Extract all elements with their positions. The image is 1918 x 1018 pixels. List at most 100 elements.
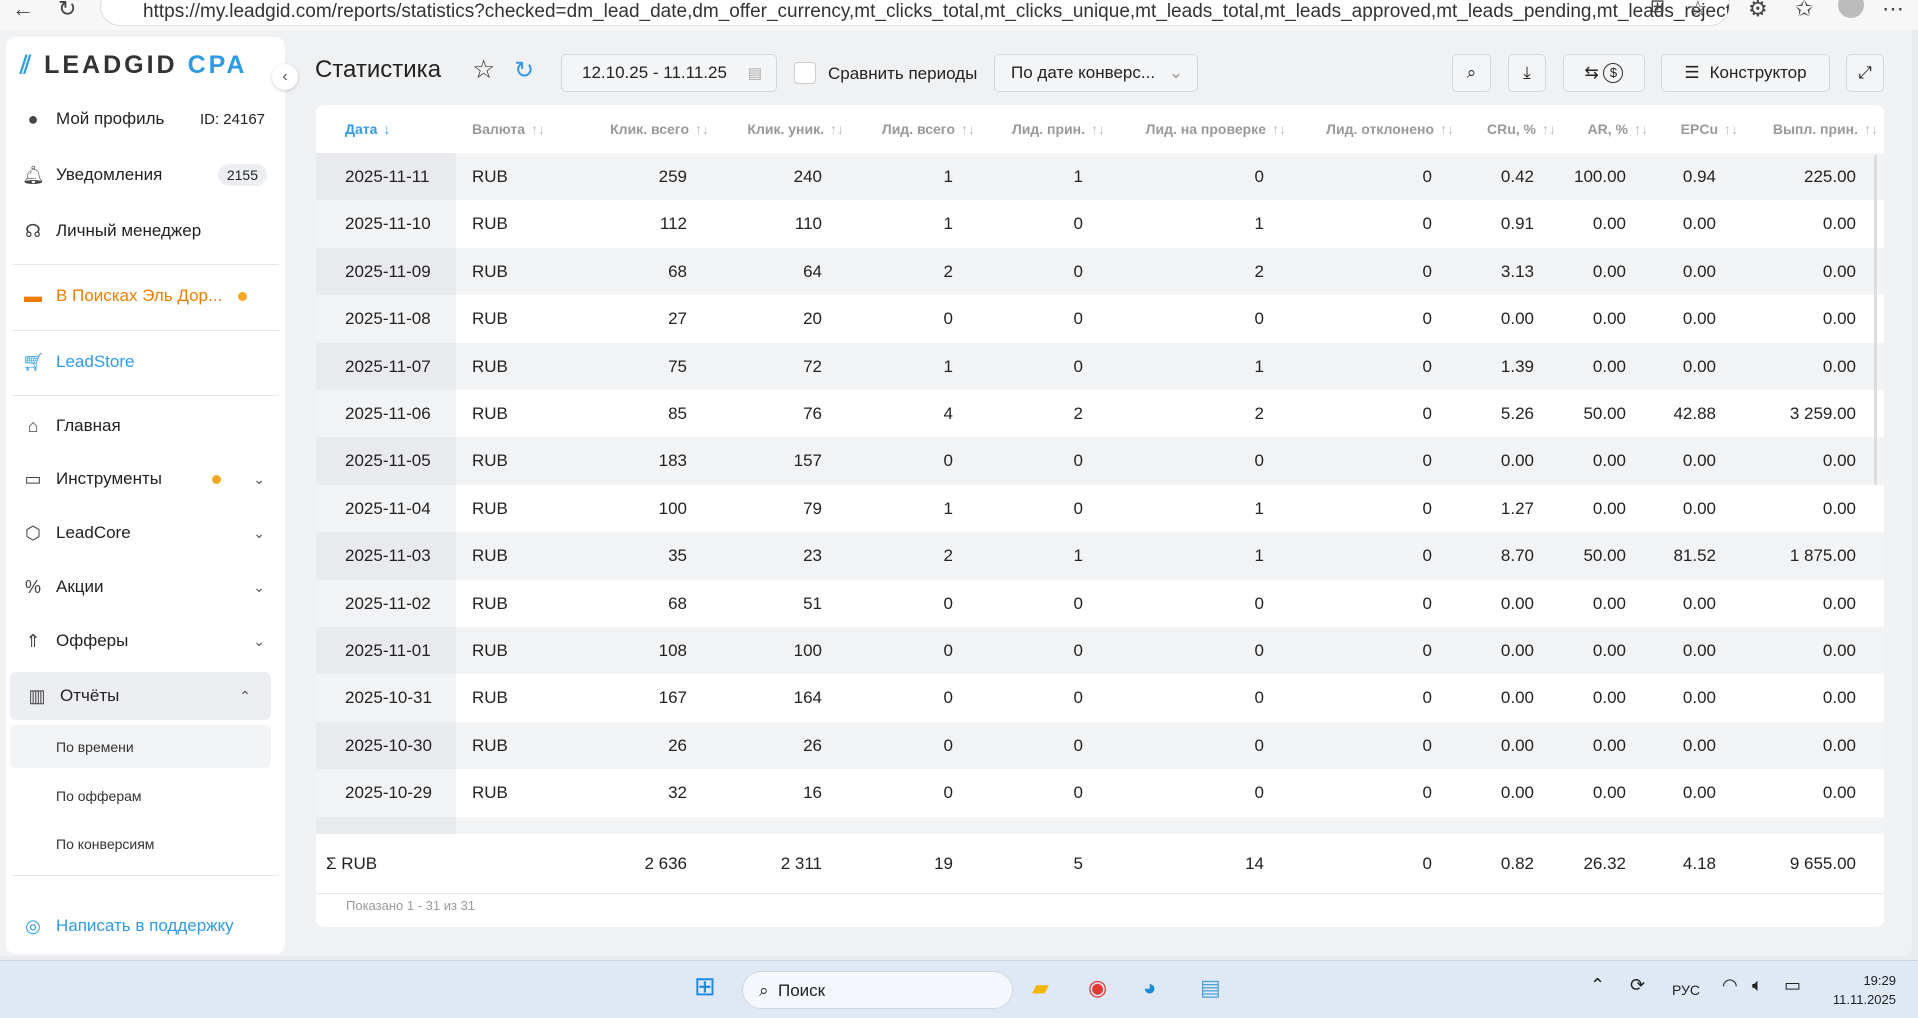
sidebar-subitem-by-time[interactable]: По времени [56, 739, 134, 755]
column-header[interactable]: Дата ↓ [345, 121, 390, 137]
volume-icon[interactable]: 🔈︎ [1752, 975, 1763, 996]
windows-start-icon[interactable]: ⊞ [694, 971, 716, 1002]
column-header[interactable]: Лид. всего ↑↓ [882, 121, 975, 137]
column-header[interactable]: AR, % ↑↓ [1588, 121, 1648, 137]
avatar[interactable] [1838, 0, 1864, 18]
sort-icon[interactable]: ↑↓ [1634, 121, 1648, 137]
sort-icon[interactable]: ↑↓ [1091, 121, 1105, 137]
file-explorer-icon[interactable]: ▰ [1032, 975, 1049, 1001]
header-label: Валюта [472, 121, 526, 137]
scrollbar[interactable] [1874, 155, 1877, 485]
sidebar-item-leadstore[interactable]: 🛒︎ LeadStore [6, 342, 285, 382]
sidebar-item-notifications[interactable]: 🔔︎ Уведомления 2155 [6, 155, 285, 195]
constructor-button[interactable]: ☰ Конструктор [1661, 54, 1830, 92]
table-row[interactable]: 2025-11-06 RUB 85 76 4 2 2 0 5.26 50.00 42.88 3 259… [316, 390, 1884, 438]
table-row[interactable]: 2025-11-03 RUB 35 23 2 1 1 0 8.70 50.00 81.52 1 875… [316, 532, 1884, 580]
table-cell: 0.00 [1592, 356, 1626, 376]
search-button[interactable]: ⌕ [1452, 54, 1491, 92]
notepad-icon[interactable]: ▤ [1200, 975, 1221, 1001]
sort-icon[interactable]: ↑↓ [1440, 121, 1454, 137]
column-header[interactable]: Лид. прин. ↑↓ [1012, 121, 1105, 137]
chrome-icon[interactable]: ◉ [1088, 975, 1107, 1001]
table-row[interactable]: 2025-10-31 RUB 167 164 0 0 0 0 0.00 0.00 0.00 0.00 [316, 674, 1884, 722]
sidebar-subitem-by-conversions[interactable]: По конверсиям [56, 836, 154, 852]
table-row[interactable]: 2025-11-10 RUB 112 110 1 0 1 0 0.91 0.00 0.00 0.00 [316, 200, 1884, 248]
compare-checkbox[interactable] [794, 62, 816, 84]
table-row[interactable]: 2025-10-28RUB623610102.780.000.000.00 [316, 816, 1884, 834]
date-range-picker[interactable]: 12.10.25 - 11.11.25 ▤ [561, 54, 777, 92]
table-row[interactable]: 2025-11-11 RUB 259 240 1 1 0 0 0.42 100.00 0.94 225… [316, 153, 1884, 201]
clock[interactable]: 19:29 11.11.2025 [1820, 971, 1896, 1009]
sidebar-subitem-by-offers[interactable]: По офферам [56, 788, 142, 804]
chevron-up-icon[interactable]: ⌃ [1590, 975, 1605, 996]
table-cell: 0.00 [1822, 735, 1856, 755]
table-cell: RUB [472, 783, 508, 803]
sidebar-item-profile[interactable]: ● Мой профиль ID: 24167 [6, 99, 285, 139]
table-row[interactable]: 2025-11-07 RUB 75 72 1 0 1 0 1.39 0.00 0.00 0.00 [316, 342, 1884, 390]
table-row[interactable]: 2025-10-30 RUB 26 26 0 0 0 0 0.00 0.00 0.00 0.00 [316, 721, 1884, 770]
table-cell: 3 259.00 [1789, 404, 1856, 423]
sync-icon[interactable]: ⟳ [1630, 975, 1645, 996]
sort-icon[interactable]: ↑↓ [695, 121, 709, 137]
sort-icon[interactable]: ↑↓ [1724, 121, 1738, 137]
battery-icon[interactable]: ▭ [1784, 975, 1801, 996]
sidebar-item-manager[interactable]: ☊ Личный менеджер [6, 211, 285, 251]
table-row[interactable]: 2025-11-09 RUB 68 64 2 0 2 0 3.13 0.00 0.00 0.00 [316, 247, 1884, 296]
table-row[interactable]: 2025-11-04 RUB 100 79 1 0 1 0 1.27 0.00 0.00 0.00 [316, 484, 1884, 533]
taskbar-search[interactable]: ⌕ Поиск [742, 971, 1013, 1009]
table-cell: 75 [668, 356, 687, 376]
split-screen-icon[interactable]: ⊞ [1650, 0, 1665, 17]
favorite-star-icon[interactable]: ☆ [1688, 0, 1708, 22]
reload-icon[interactable]: ↻ [58, 0, 76, 22]
column-header[interactable]: CRu, % ↑↓ [1487, 121, 1556, 137]
column-header[interactable]: Лид. отклонено ↑↓ [1326, 121, 1454, 137]
sort-desc-icon[interactable]: ↓ [383, 121, 390, 137]
sort-icon[interactable]: ↑↓ [830, 121, 844, 137]
wifi-icon[interactable]: ◠ [1722, 975, 1738, 996]
column-header[interactable]: EPCu ↑↓ [1681, 121, 1738, 137]
sidebar-item-reports[interactable]: ▥ Отчёты ⌃ [10, 672, 271, 720]
column-header[interactable]: Лид. на проверке ↑↓ [1146, 121, 1286, 137]
table-row[interactable]: 2025-11-05 RUB 183 157 0 0 0 0 0.00 0.00 0.00 0.00 [316, 437, 1884, 485]
sidebar-item-leadcore[interactable]: ⬡ LeadCore ⌄ [6, 513, 285, 553]
column-header[interactable]: Валюта ↑↓ [472, 121, 545, 137]
more-icon[interactable]: ⋯ [1882, 0, 1904, 22]
sort-icon[interactable]: ↑↓ [1272, 121, 1286, 137]
column-header[interactable]: Клик. всего ↑↓ [610, 121, 709, 137]
extensions-icon[interactable]: ⚙ [1748, 0, 1768, 22]
refresh-icon[interactable]: ↻ [514, 56, 534, 85]
date-mode-select[interactable]: По дате конверс... ⌄ [994, 54, 1198, 92]
sidebar-item-promo[interactable]: % Акции ⌄ [6, 567, 285, 607]
table-cell: 0.00 [1682, 261, 1716, 281]
table-row[interactable]: 2025-11-01 RUB 108 100 0 0 0 0 0.00 0.00 0.00 0.00 [316, 627, 1884, 675]
sidebar-item-offer[interactable]: ▬ В Поисках Эль Дор... [6, 276, 285, 316]
logo[interactable]: ⫽ LEADGID CPA [20, 51, 248, 80]
language-indicator[interactable]: РУС [1672, 982, 1700, 998]
back-icon[interactable]: ← [12, 0, 34, 22]
currency-convert-button[interactable]: ⇆ $ [1563, 54, 1645, 92]
sidebar-item-offers[interactable]: ⇑ Офферы ⌄ [6, 621, 285, 661]
browser-toolbar: ← ↻ https://my.leadgid.com/reports/stati… [0, 0, 1918, 30]
sidebar-item-home[interactable]: ⌂ Главная [6, 406, 285, 446]
favorites-icon[interactable]: ✩ [1795, 0, 1813, 22]
table-body[interactable]: 2025-11-11 RUB 259 240 1 1 0 0 0.42 100.00 0.94 225… [316, 153, 1884, 834]
address-bar[interactable]: https://my.leadgid.com/reports/statistic… [100, 0, 1730, 26]
download-button[interactable]: ⤓ [1508, 54, 1546, 92]
table-cell: 0.00 [1682, 783, 1716, 803]
edge-icon[interactable]: ◕ [1143, 975, 1156, 1001]
support-link[interactable]: ◎ Написать в поддержку [6, 906, 285, 946]
sort-icon[interactable]: ↑↓ [1864, 121, 1878, 137]
fullscreen-button[interactable]: ⤢ [1846, 54, 1884, 92]
sort-icon[interactable]: ↑↓ [1542, 121, 1556, 137]
sort-icon[interactable]: ↑↓ [531, 121, 545, 137]
table-row[interactable]: 2025-10-29 RUB 32 16 0 0 0 0 0.00 0.00 0.00 0.00 [316, 769, 1884, 817]
table-row[interactable]: 2025-11-02 RUB 68 51 0 0 0 0 0.00 0.00 0.00 0.00 [316, 579, 1884, 627]
sidebar-item-tools[interactable]: ▭ Инструменты ⌄ [6, 459, 285, 499]
collapse-sidebar-button[interactable]: ‹ [272, 64, 298, 90]
star-icon[interactable]: ☆ [472, 54, 495, 85]
sort-icon[interactable]: ↑↓ [961, 121, 975, 137]
table-row[interactable]: 2025-11-08 RUB 27 20 0 0 0 0 0.00 0.00 0.00 0.00 [316, 295, 1884, 343]
table-cell: 1 [943, 356, 953, 376]
column-header[interactable]: Клик. уник. ↑↓ [747, 121, 844, 137]
column-header[interactable]: Выпл. прин. ↑↓ [1773, 121, 1878, 137]
